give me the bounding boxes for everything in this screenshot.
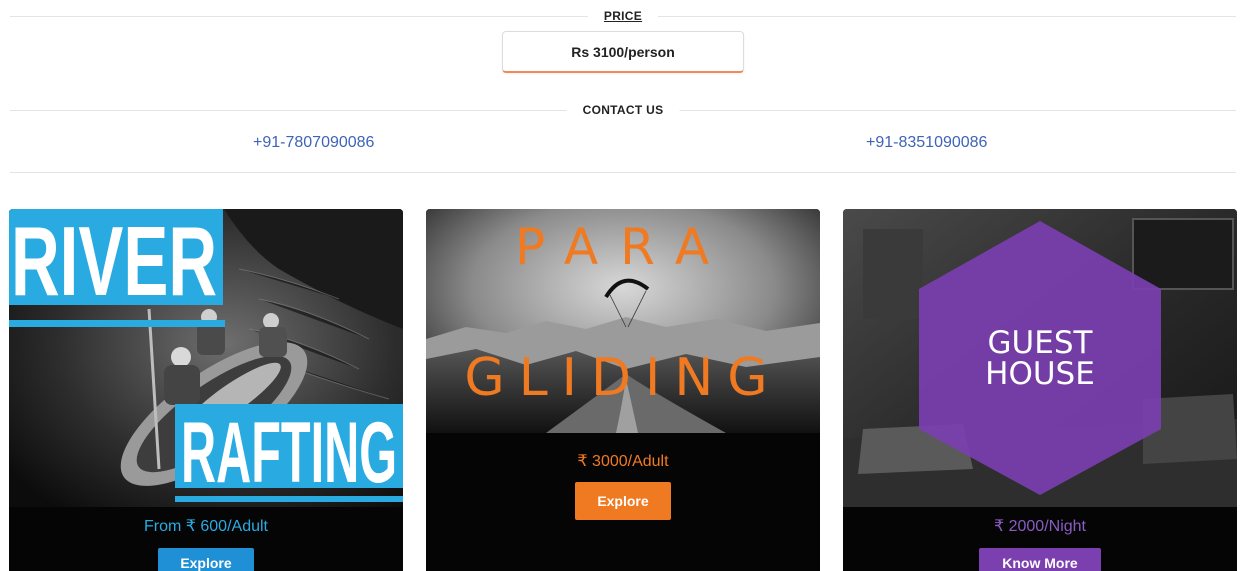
phone-link-2[interactable]: +91-8351090086 — [866, 134, 987, 152]
paragliding-image: PARA GLIDING — [426, 209, 820, 433]
paragliding-card: PARA GLIDING ₹ 3000/Adult Explore — [426, 209, 820, 571]
contact-heading: CONTACT US — [566, 102, 680, 118]
rafting-title: RAFTING — [181, 405, 397, 501]
gliding-title: GLIDING — [464, 348, 781, 408]
guest-house-card: GUEST HOUSE ₹ 2000/Night Know More — [843, 209, 1237, 571]
river-rafting-explore-button[interactable]: Explore — [158, 548, 254, 571]
river-rafting-image: RIVER RAFTING — [9, 209, 403, 507]
price-divider: PRICE — [10, 8, 1236, 24]
house-title: HOUSE — [985, 356, 1095, 392]
guest-house-price: ₹ 2000/Night — [993, 518, 1086, 535]
guest-house-artwork: GUEST HOUSE — [843, 209, 1237, 507]
contact-bottom-divider — [10, 172, 1236, 173]
river-rafting-price: From ₹ 600/Adult — [143, 518, 268, 535]
contact-divider: CONTACT US — [10, 102, 1236, 118]
price-heading: PRICE — [587, 8, 659, 24]
river-title: RIVER — [11, 209, 217, 316]
price-value-box: Rs 3100/person — [502, 31, 744, 73]
river-rafting-card: RIVER RAFTING From ₹ 600/Adult Explore — [9, 209, 403, 571]
para-title: PARA — [515, 218, 731, 276]
guest-house-image: GUEST HOUSE — [843, 209, 1237, 507]
phone-link-1[interactable]: +91-7807090086 — [253, 134, 374, 152]
paragliding-artwork: PARA GLIDING — [426, 209, 820, 433]
paragliding-explore-button[interactable]: Explore — [575, 482, 671, 520]
river-rafting-artwork: RIVER RAFTING — [9, 209, 403, 507]
paragliding-price: ₹ 3000/Adult — [577, 453, 669, 470]
guest-house-know-more-button[interactable]: Know More — [979, 548, 1101, 571]
